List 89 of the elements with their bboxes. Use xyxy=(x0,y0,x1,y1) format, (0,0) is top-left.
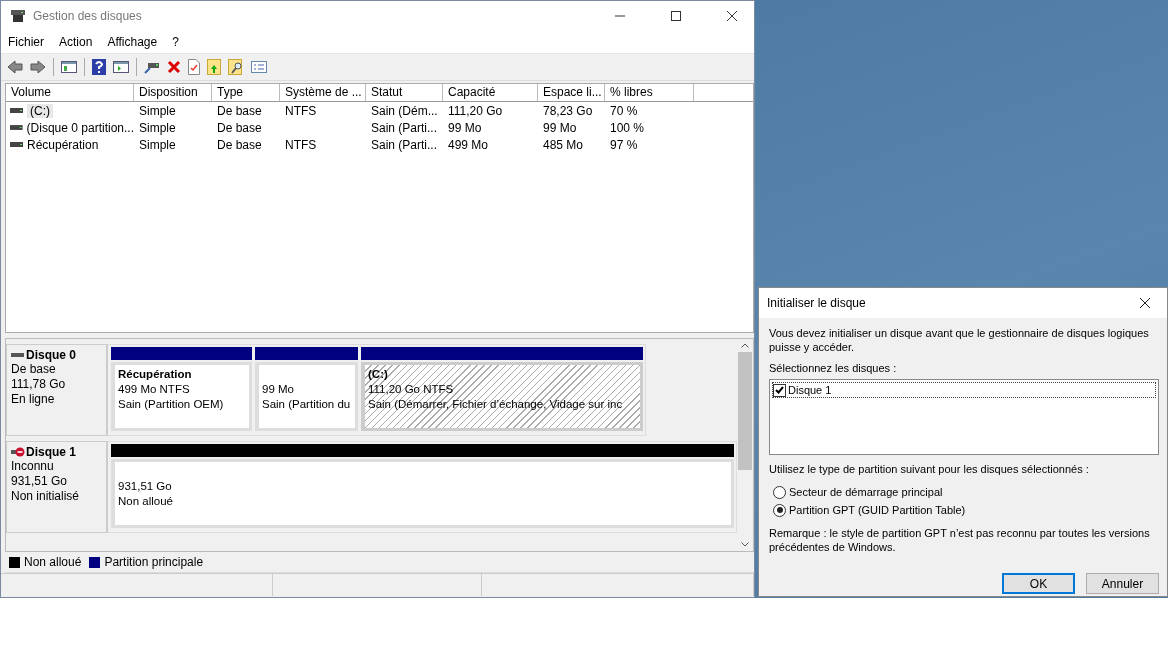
table-cell: NTFS xyxy=(285,137,317,152)
disk-list-item[interactable]: Disque 1 xyxy=(772,382,1156,398)
ok-button[interactable]: OK xyxy=(1002,573,1075,594)
legend-label: Non alloué xyxy=(24,555,82,569)
column-header[interactable]: Système de ... xyxy=(280,84,366,101)
checkbox[interactable] xyxy=(773,383,786,397)
partition-name: (C:) xyxy=(368,367,389,382)
list-label: Sélectionnez les disques : xyxy=(769,361,898,375)
table-cell: 70 % xyxy=(610,103,638,118)
column-header[interactable]: Espace li... xyxy=(538,84,605,101)
disk-label-panel[interactable]: Disque 0 De base 111,78 Go En ligne xyxy=(6,344,108,436)
legend-label: Partition principale xyxy=(104,555,204,569)
column-header[interactable]: % libres xyxy=(605,84,694,101)
maximize-icon[interactable] xyxy=(670,10,682,22)
disk-detail: Inconnu xyxy=(11,459,55,474)
close-icon[interactable] xyxy=(1139,297,1151,309)
disk-detail: De base xyxy=(11,362,57,377)
column-header[interactable]: Statut xyxy=(366,84,443,101)
table-cell[interactable]: (Disque 0 partition... xyxy=(26,120,134,135)
table-cell[interactable]: (C:) xyxy=(27,103,53,118)
table-cell: 111,20 Go xyxy=(448,103,503,118)
menu-item[interactable]: Fichier xyxy=(8,35,44,49)
panel-icon[interactable] xyxy=(113,60,129,74)
partition-detail: 931,51 Go xyxy=(118,479,173,494)
table-cell: De base xyxy=(217,137,262,152)
forward-arrow-icon[interactable] xyxy=(30,60,46,74)
disk-name: Disque 0 xyxy=(26,348,76,362)
table-cell: 485 Mo xyxy=(543,137,584,152)
radio-button[interactable] xyxy=(773,503,786,517)
partition-detail: Non alloué xyxy=(118,494,174,509)
delete-icon[interactable] xyxy=(167,60,181,74)
table-cell[interactable]: Récupération xyxy=(27,137,99,152)
table-cell: 78,23 Go xyxy=(543,103,593,118)
help-icon[interactable] xyxy=(92,59,106,75)
list-icon[interactable] xyxy=(251,60,267,74)
partition-style-label: Utilisez le type de partition suivant pour les disques sélectionnés : xyxy=(769,462,1090,476)
radio-option[interactable]: Partition GPT (GUID Partition Table) xyxy=(773,501,1159,519)
disk-volume-icon xyxy=(10,108,23,113)
table-cell: Simple xyxy=(139,120,176,135)
table-cell: 100 % xyxy=(610,120,645,135)
back-arrow-icon[interactable] xyxy=(7,60,23,74)
drive-connect-icon[interactable] xyxy=(144,60,160,74)
disk-detail: Non initialisé xyxy=(11,489,81,504)
window-title: Gestion des disques xyxy=(33,9,143,23)
partition-detail: Sain (Partition OEM) xyxy=(118,397,225,412)
table-cell: 99 Mo xyxy=(543,120,577,135)
note-text: Remarque : le style de partition GPT n’est pas reconnu par toutes les versions précédentes de Windows. xyxy=(769,526,1151,554)
partition-detail: Sain (Partition du xyxy=(262,397,352,412)
table-cell: De base xyxy=(217,103,262,118)
table-cell: Sain (Dém... xyxy=(371,103,438,118)
disk-label-panel[interactable]: Disque 1 Inconnu 931,51 Go Non initialisé xyxy=(6,441,108,533)
partition-detail: 499 Mo NTFS xyxy=(118,382,191,397)
table-cell: De base xyxy=(217,120,262,135)
disk-detail: En ligne xyxy=(11,392,56,407)
table-cell: NTFS xyxy=(285,103,317,118)
column-header[interactable]: Capacité xyxy=(443,84,538,101)
checklist-icon[interactable] xyxy=(188,59,200,75)
menu-item[interactable]: ? xyxy=(172,35,179,49)
dialog-title: Initialiser le disque xyxy=(767,296,866,310)
disk-name: Disque 1 xyxy=(26,445,76,459)
column-header[interactable]: Disposition xyxy=(134,84,212,101)
disk-detail: 111,78 Go xyxy=(11,377,67,392)
disk-volume-icon xyxy=(10,142,23,147)
disk-list[interactable]: Disque 1 xyxy=(769,379,1159,455)
partition-detail: 111,20 Go NTFS xyxy=(368,382,455,397)
column-header[interactable]: Type xyxy=(212,84,280,101)
partition-name: Récupération xyxy=(118,367,193,382)
disk-drive-icon xyxy=(10,9,26,23)
cancel-button[interactable]: Annuler xyxy=(1086,573,1159,594)
table-cell: 499 Mo xyxy=(448,137,489,152)
menu-item[interactable]: Affichage xyxy=(107,35,158,49)
partition-detail: 99 Mo xyxy=(262,382,295,397)
disk-volume-icon xyxy=(10,125,23,130)
table-cell: Sain (Parti... xyxy=(371,137,438,152)
table-cell: 99 Mo xyxy=(448,120,482,135)
table-cell: Simple xyxy=(139,137,176,152)
panel-icon[interactable] xyxy=(61,60,77,74)
menu-item[interactable]: Action xyxy=(59,35,93,49)
column-header[interactable]: Volume xyxy=(6,84,134,101)
radio-button[interactable] xyxy=(773,485,786,499)
close-icon[interactable] xyxy=(726,10,738,22)
radio-option[interactable]: Secteur de démarrage principal xyxy=(773,483,1159,501)
dialog-message: Vous devez initialiser un disque avant que le gestionnaire de disques logiques puisse y accéder. xyxy=(769,326,1150,354)
partition-detail: Sain (Démarrer, Fichier d’échange, Vidage sur inc xyxy=(368,397,624,412)
table-cell: Sain (Parti... xyxy=(371,120,438,135)
folder-search-icon[interactable] xyxy=(228,59,244,75)
disk-detail: 931,51 Go xyxy=(11,474,69,489)
table-cell: 97 % xyxy=(610,137,638,152)
table-cell: Simple xyxy=(139,103,176,118)
